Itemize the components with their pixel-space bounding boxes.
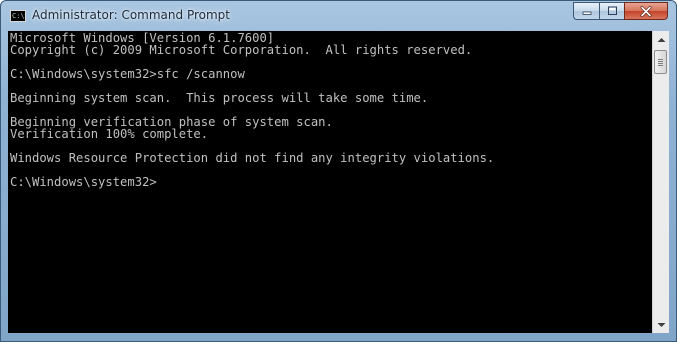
- minimize-button[interactable]: [573, 2, 599, 20]
- console-output-area[interactable]: Microsoft Windows [Version 6.1.7600] Cop…: [8, 31, 652, 333]
- maximize-button[interactable]: [599, 2, 624, 20]
- scroll-thumb[interactable]: [654, 50, 667, 74]
- console-line: Beginning system scan. This process will…: [10, 91, 429, 105]
- minimize-icon: [582, 11, 591, 15]
- scroll-up-arrow-icon: [657, 37, 665, 42]
- console-line: Windows Resource Protection did not find…: [10, 151, 495, 165]
- console-text[interactable]: Microsoft Windows [Version 6.1.7600] Cop…: [8, 31, 652, 188]
- console-line: Verification 100% complete.: [10, 127, 209, 141]
- console-line: C:\Windows\system32>: [10, 175, 157, 189]
- maximize-icon: [607, 6, 617, 15]
- vertical-scrollbar[interactable]: [652, 31, 669, 333]
- command-prompt-window: C:\ Administrator: Command Prompt Micros…: [0, 0, 677, 342]
- scroll-down-arrow-icon: [657, 322, 665, 327]
- scroll-up-button[interactable]: [653, 31, 669, 48]
- close-icon: [640, 5, 652, 17]
- cmd-icon[interactable]: C:\: [10, 10, 26, 22]
- close-button[interactable]: [624, 2, 668, 20]
- scroll-down-button[interactable]: [653, 316, 669, 333]
- caption-buttons: [573, 2, 668, 21]
- thumb-grip-line: [658, 61, 663, 62]
- title-bar[interactable]: C:\ Administrator: Command Prompt: [1, 1, 676, 31]
- thumb-grip-line: [658, 59, 663, 60]
- window-title: Administrator: Command Prompt: [32, 8, 230, 22]
- thumb-grip-line: [658, 63, 663, 64]
- console-line: C:\Windows\system32>sfc /scannow: [10, 67, 245, 81]
- console-line: Copyright (c) 2009 Microsoft Corporation…: [10, 43, 473, 57]
- thumb-grip-line: [658, 65, 663, 66]
